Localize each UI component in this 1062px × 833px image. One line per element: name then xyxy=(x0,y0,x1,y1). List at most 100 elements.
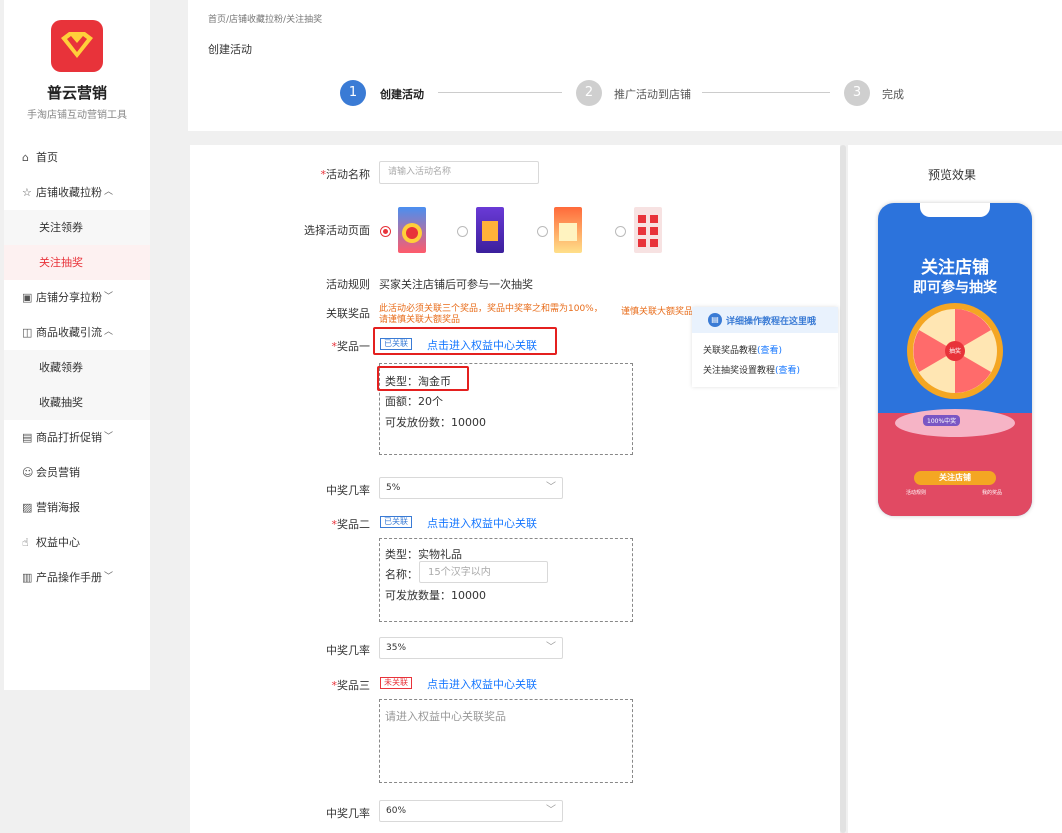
page-option-2-radio[interactable] xyxy=(457,226,468,237)
home-icon: ⌂ xyxy=(22,151,29,164)
step-1-circle: 1 xyxy=(340,80,366,106)
sidebar-group-shop-share[interactable]: ▣ 店铺分享拉粉 ﹀ xyxy=(4,280,150,315)
hundred-percent-badge: 100%中奖 xyxy=(923,415,961,426)
prize-2-type: 类型：实物礼品 xyxy=(385,548,462,561)
discount-icon: ▤ xyxy=(22,431,33,444)
sidebar-item-poster[interactable]: ▨ 营销海报 xyxy=(4,490,150,525)
related-prize-label: 关联奖品 xyxy=(326,307,370,320)
chevron-down-icon: ﹀ xyxy=(104,572,114,582)
phone-follow-button: 关注店铺 xyxy=(939,473,971,482)
page-option-3-radio[interactable] xyxy=(537,226,548,237)
sidebar-item-members[interactable]: ☺ 会员营销 xyxy=(4,455,150,490)
prize-warning-extra: 谨慎关联大额奖品 xyxy=(621,307,694,317)
share-icon: ▣ xyxy=(22,291,33,304)
prize-2-status-tag: 已关联 xyxy=(380,516,412,528)
sidebar-item-follow-lottery[interactable]: 关注抽奖 xyxy=(4,245,150,280)
phone-rules-link: 活动规则 xyxy=(906,490,927,496)
prize-2-name-input[interactable]: 15个汉字以内 xyxy=(419,561,548,583)
sidebar: 普云营销 手淘店铺互动营销工具 ⌂ 首页 ☆ 店铺收藏拉粉 ︿ 关注领券 关注抽… xyxy=(4,0,150,690)
wheel-center-button: 抽奖 xyxy=(948,348,961,355)
step-indicator: 1 创建活动 2 推广活动到店铺 3 完成 xyxy=(340,80,1060,106)
members-icon: ☺ xyxy=(22,466,34,479)
app-logo xyxy=(51,20,103,72)
thumb-icon: ☝ xyxy=(22,536,29,549)
prize-3-link[interactable]: 点击进入权益中心关联 xyxy=(427,676,537,692)
page-option-3-thumbnail[interactable] xyxy=(554,207,582,253)
prize-2-rate-label: 中奖几率 xyxy=(326,644,370,657)
book-icon: ▥ xyxy=(22,571,33,584)
page-title: 创建活动 xyxy=(208,43,252,56)
activity-rule-label: 活动规则 xyxy=(326,278,370,291)
chevron-down-icon: ﹀ xyxy=(104,292,114,302)
page-option-1-radio[interactable] xyxy=(380,226,391,237)
preview-title: 预览效果 xyxy=(928,168,977,182)
step-1-label: 创建活动 xyxy=(380,88,424,101)
prize-2-label: *奖品二 xyxy=(331,518,371,531)
step-3-label: 完成 xyxy=(882,88,904,101)
sidebar-group-manual[interactable]: ▥ 产品操作手册 ﹀ xyxy=(4,560,150,595)
step-3-circle: 3 xyxy=(844,80,870,106)
prize-3-placeholder: 请进入权益中心关联奖品 xyxy=(385,710,506,723)
prize-3-rate-select[interactable]: 60% ﹀ xyxy=(379,800,563,822)
page-header: 首页/店铺收藏拉粉/关注抽奖 创建活动 1 创建活动 2 推广活动到店铺 3 完… xyxy=(188,0,1062,131)
prize-3-status-tag: 未关联 xyxy=(380,677,412,689)
scrollbar[interactable] xyxy=(840,145,846,833)
step-2-circle: 2 xyxy=(576,80,602,106)
activity-rule-value: 买家关注店铺后可参与一次抽奖 xyxy=(379,278,533,291)
step-2-label: 推广活动到店铺 xyxy=(614,88,691,101)
prize-2-link[interactable]: 点击进入权益中心关联 xyxy=(427,515,537,531)
highlight-box xyxy=(373,327,557,355)
activity-page-label: 选择活动页面 xyxy=(304,224,370,237)
tutorial-line-1: 关联奖品教程(查看) xyxy=(703,346,783,356)
view-link-1[interactable]: (查看) xyxy=(757,346,782,356)
step-divider xyxy=(438,92,562,93)
image-icon: ▨ xyxy=(22,501,33,514)
tutorial-tips-title: 详细操作教程在这里哦 xyxy=(726,317,817,327)
brand-subtitle: 手淘店铺互动营销工具 xyxy=(27,110,127,121)
sidebar-group-discount[interactable]: ▤ 商品打折促销 ﹀ xyxy=(4,420,150,455)
tutorial-line-2: 关注抽奖设置教程(查看) xyxy=(703,366,801,376)
phone-title-1: 关注店铺 xyxy=(921,258,989,278)
sidebar-item-rights[interactable]: ☝ 权益中心 xyxy=(4,525,150,560)
phone-title-2: 即可参与抽奖 xyxy=(913,280,997,296)
prize-1-rate-label: 中奖几率 xyxy=(326,484,370,497)
chevron-down-icon: ﹀ xyxy=(546,482,556,493)
prize-1-rate-select[interactable]: 5% ﹀ xyxy=(379,477,563,499)
highlight-box xyxy=(377,366,469,391)
step-divider xyxy=(702,92,830,93)
prize-1-amount: 面额：20个 xyxy=(385,395,443,408)
chevron-down-icon: ﹀ xyxy=(546,642,556,653)
prize-1-count: 可发放份数：10000 xyxy=(385,416,486,429)
breadcrumb: 首页/店铺收藏拉粉/关注抽奖 xyxy=(208,15,323,25)
prize-1-label: *奖品一 xyxy=(331,340,371,353)
phone-notch xyxy=(920,203,990,217)
page-option-1-thumbnail[interactable] xyxy=(398,207,426,253)
sidebar-nav: ⌂ 首页 ☆ 店铺收藏拉粉 ︿ 关注领券 关注抽奖 ▣ 店铺分享拉粉 ﹀ ◫ 商… xyxy=(4,140,150,595)
bag-icon: ◫ xyxy=(22,326,33,339)
sidebar-item-collect-coupon[interactable]: 收藏领券 xyxy=(4,350,150,385)
sidebar-item-follow-coupon[interactable]: 关注领券 xyxy=(4,210,150,245)
prize-warning: 此活动必须关联三个奖品，奖品中奖率之和需为100%， 请谨慎关联大额奖品 xyxy=(379,304,603,325)
page-option-4-thumbnail[interactable] xyxy=(634,207,662,253)
prize-3-label: *奖品三 xyxy=(331,679,371,692)
prize-2-count: 可发放数量：10000 xyxy=(385,589,486,602)
chevron-down-icon: ﹀ xyxy=(546,805,556,816)
phone-my-prizes-link: 我的奖品 xyxy=(982,490,1003,496)
prize-3-rate-label: 中奖几率 xyxy=(326,807,370,820)
page-option-2-thumbnail[interactable] xyxy=(476,207,504,253)
view-link-2[interactable]: (查看) xyxy=(775,366,800,376)
sidebar-item-collect-lottery[interactable]: 收藏抽奖 xyxy=(4,385,150,420)
sidebar-item-home[interactable]: ⌂ 首页 xyxy=(4,140,150,175)
phone-preview: 关注店铺 即可参与抽奖 抽奖 100%中奖 关注店铺 活动规则 我的奖品 xyxy=(878,203,1032,516)
chevron-down-icon: ﹀ xyxy=(104,432,114,442)
document-icon: ▤ xyxy=(708,313,722,327)
activity-name-label: *活动名称 xyxy=(320,168,371,181)
prize-2-name-label: 名称： xyxy=(385,568,418,581)
chevron-up-icon: ︿ xyxy=(104,187,114,197)
sidebar-group-shop-follow[interactable]: ☆ 店铺收藏拉粉 ︿ xyxy=(4,175,150,210)
brand-name: 普云营销 xyxy=(46,84,107,102)
prize-2-rate-select[interactable]: 35% ﹀ xyxy=(379,637,563,659)
activity-name-input[interactable]: 请输入活动名称 xyxy=(379,161,539,184)
page-option-4-radio[interactable] xyxy=(615,226,626,237)
sidebar-group-item-collect[interactable]: ◫ 商品收藏引流 ︿ xyxy=(4,315,150,350)
